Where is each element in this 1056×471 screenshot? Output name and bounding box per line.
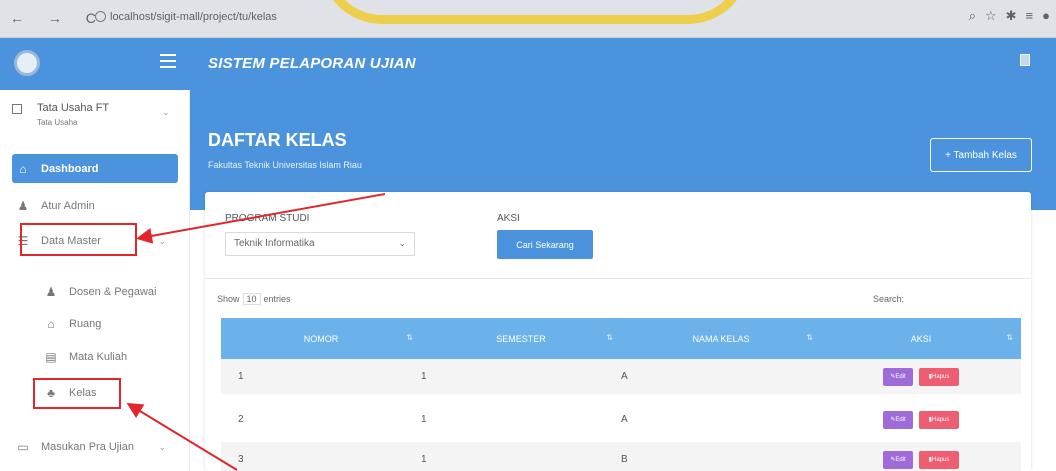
sidebar-item-mata-kuliah[interactable]: ▤ Mata Kuliah (40, 344, 170, 370)
sidebar-header (0, 38, 190, 90)
browser-toolbar: ← → C localhost/sigit-mall/project/tu/ke… (0, 0, 1056, 38)
cell-nomor: 1 (238, 371, 244, 382)
cell-nama-kelas: A (621, 414, 628, 425)
edit-button[interactable]: ✎ Edit (883, 450, 913, 469)
sidebar: Tata Usaha FT Tata Usaha ⌄ ⌂ Dashboard ♟ A… (0, 90, 190, 471)
kelas-card: PROGRAM STUDI Teknik Informatika ⌄ AKSI … (205, 192, 1031, 471)
chevron-down-icon: ⌄ (158, 441, 166, 452)
delete-button[interactable]: ▮ Hapus (919, 367, 959, 386)
sidebar-item-data-master[interactable]: ☰ Data Master ⌄ (12, 228, 178, 254)
chevron-down-icon: ⌄ (398, 238, 406, 248)
puzzle-icon[interactable]: ✱ (1006, 8, 1017, 24)
cell-nama-kelas: A (621, 371, 628, 382)
user-role: Tata Usaha (37, 118, 78, 127)
page-title: DAFTAR KELAS (208, 130, 347, 150)
sort-icon: ⇅ (806, 333, 813, 342)
sort-icon: ⇅ (606, 333, 613, 342)
program-studi-value: Teknik Informatika (234, 238, 315, 249)
search-now-button[interactable]: Cari Sekarang (497, 230, 593, 259)
divider (205, 278, 1031, 279)
delete-button[interactable]: ▮ Hapus (919, 450, 959, 469)
sidebar-item-dosen-pegawai[interactable]: ♟ Dosen & Pegawai (40, 279, 170, 305)
program-studi-select[interactable]: Teknik Informatika ⌄ (225, 232, 415, 256)
entries-length-control[interactable]: Show 10 entries (217, 293, 291, 305)
sidebar-item-ruang[interactable]: ⌂ Ruang (40, 311, 170, 337)
program-studi-label: PROGRAM STUDI (225, 213, 310, 224)
home-icon: ⌂ (19, 161, 27, 176)
column-header-aksi[interactable]: AKSI ⇅ (821, 318, 1021, 359)
browser-actions[interactable]: ⌕ ☆ ✱ ≡ ● (969, 8, 1050, 24)
address-bar[interactable]: localhost/sigit-mall/project/tu/kelas (95, 11, 277, 23)
table-header: NOMOR ⇅ SEMESTER ⇅ NAMA KELAS ⇅ AKSI ⇅ (221, 318, 1021, 359)
users-icon: ♣ (47, 386, 55, 400)
browser-nav-buttons[interactable]: ← → C (10, 10, 106, 26)
user-icon: ♟ (45, 285, 57, 299)
user-icon: ♟ (17, 199, 29, 213)
calendar-icon: ▭ (17, 440, 29, 454)
delete-button[interactable]: ▮ Hapus (919, 410, 959, 429)
app-title: SISTEM PELAPORAN UJIAN (208, 55, 416, 72)
user-name: Tata Usaha FT (37, 102, 110, 114)
star-icon[interactable]: ☆ (985, 8, 997, 24)
chevron-down-icon[interactable]: ⌄ (162, 107, 170, 118)
cell-semester: 1 (421, 371, 427, 382)
book-icon: ▤ (45, 350, 57, 364)
cell-aksi: ✎ Edit ▮ Hapus (821, 402, 1021, 437)
sort-icon: ⇅ (1006, 333, 1013, 342)
menu-icon[interactable]: ≡ (1026, 8, 1034, 24)
add-class-button[interactable]: + Tambah Kelas (930, 138, 1032, 172)
info-icon (95, 11, 106, 22)
cell-nomor: 3 (238, 454, 244, 465)
user-avatar (12, 104, 22, 114)
edit-button[interactable]: ✎ Edit (883, 410, 913, 429)
chevron-down-icon: ⌄ (158, 235, 166, 246)
sort-icon: ⇅ (406, 333, 413, 342)
sidebar-item-masukan-pra-ujian[interactable]: ▭ Masukan Pra Ujian ⌄ (12, 434, 178, 460)
cell-nomor: 2 (238, 414, 244, 425)
sidebar-item-atur-admin[interactable]: ♟ Atur Admin (12, 193, 178, 219)
edit-button[interactable]: ✎ Edit (883, 367, 913, 386)
table-search-label[interactable]: Search: (873, 294, 904, 304)
hamburger-menu-icon[interactable] (160, 54, 176, 68)
university-logo (14, 50, 40, 76)
table-row: 2 1 A ✎ Edit ▮ Hapus (221, 402, 1021, 437)
database-icon: ☰ (17, 234, 29, 248)
zoom-icon[interactable]: ⌕ (969, 8, 976, 24)
table-row: 3 1 B ✎ Edit ▮ Hapus (221, 442, 1021, 471)
sidebar-item-dashboard[interactable]: ⌂ Dashboard (12, 154, 178, 183)
cell-semester: 1 (421, 414, 427, 425)
column-header-semester[interactable]: SEMESTER ⇅ (421, 318, 621, 359)
profile-icon[interactable]: ● (1042, 8, 1050, 24)
sidebar-item-kelas[interactable]: ♣ Kelas (40, 380, 170, 406)
cell-nama-kelas: B (621, 454, 628, 465)
top-navbar: SISTEM PELAPORAN UJIAN (190, 38, 1056, 90)
cell-semester: 1 (421, 454, 427, 465)
building-icon: ⌂ (47, 317, 55, 331)
entries-select[interactable]: 10 (242, 293, 261, 305)
page-subtitle: Fakultas Teknik Universitas Islam Riau (208, 160, 362, 170)
table-row: 1 1 A ✎ Edit ▮ Hapus (221, 359, 1021, 394)
cell-aksi: ✎ Edit ▮ Hapus (821, 359, 1021, 394)
cell-aksi: ✎ Edit ▮ Hapus (821, 442, 1021, 471)
aksi-label: AKSI (497, 213, 520, 224)
column-header-nomor[interactable]: NOMOR ⇅ (221, 318, 421, 359)
broken-image-icon[interactable] (1020, 54, 1030, 66)
column-header-nama-kelas[interactable]: NAMA KELAS ⇅ (621, 318, 821, 359)
